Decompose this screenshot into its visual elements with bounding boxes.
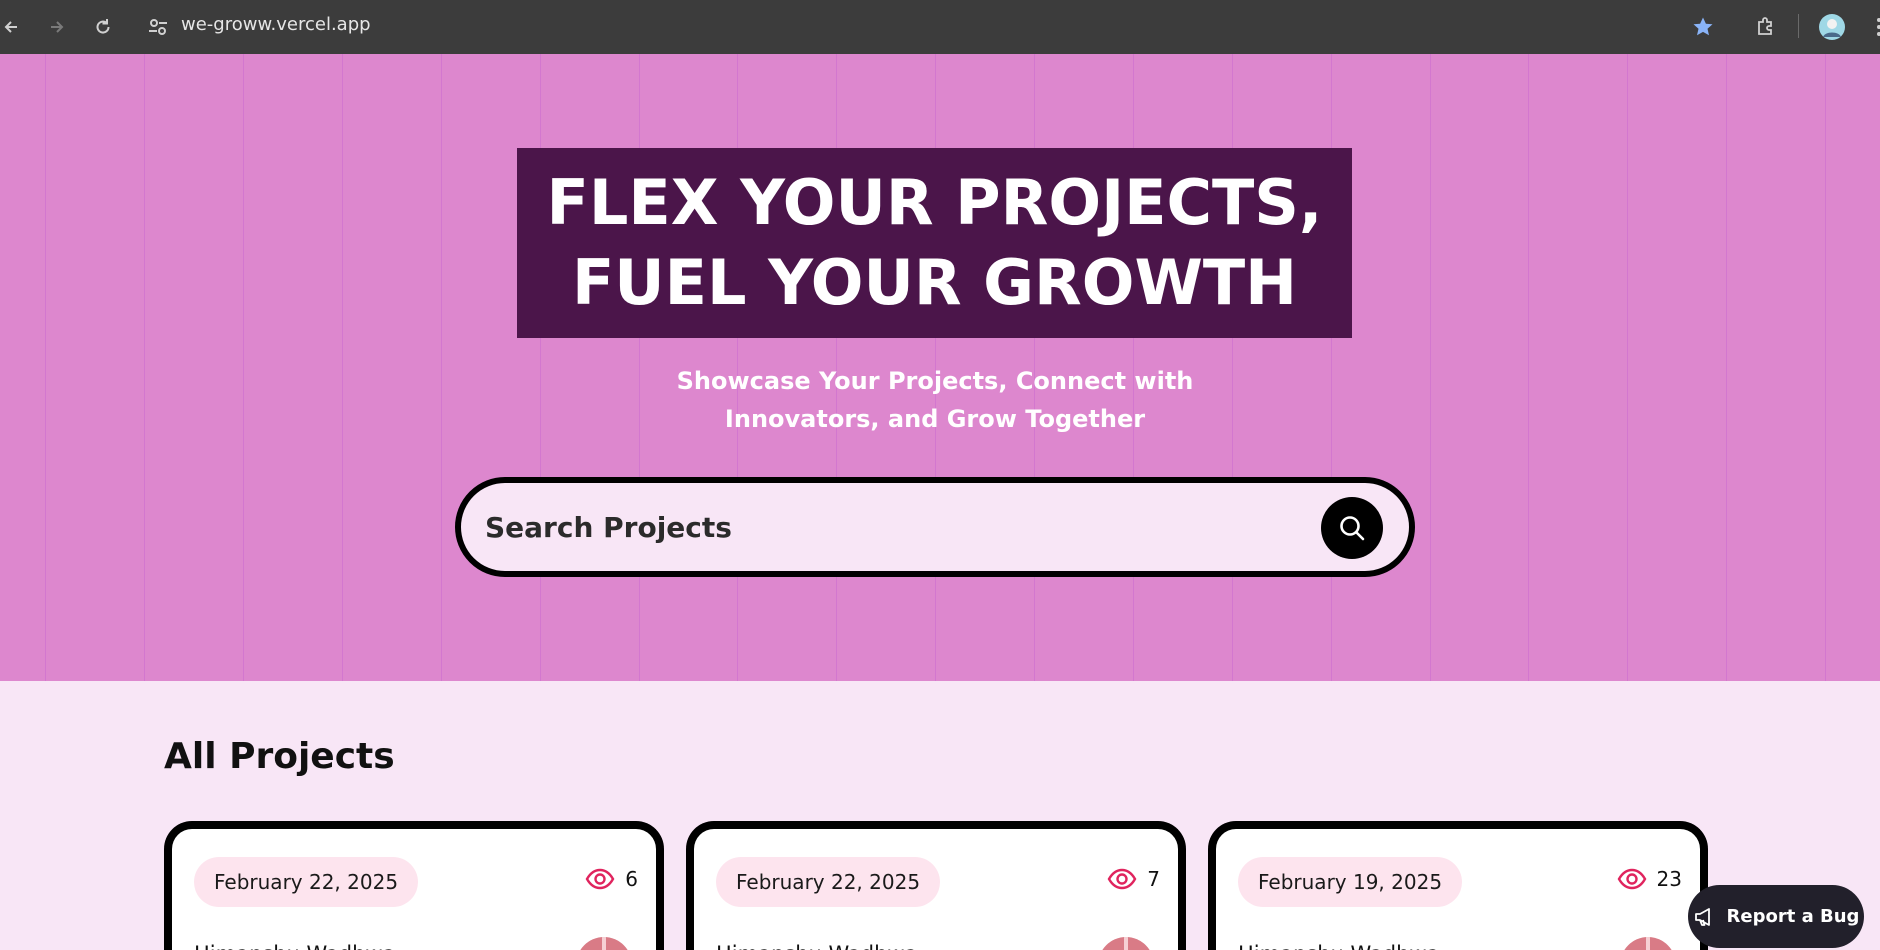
- project-card[interactable]: February 22, 2025 6 Himanshu Wadhwa: [164, 821, 664, 950]
- author-avatar[interactable]: [576, 937, 632, 950]
- project-date: February 22, 2025: [194, 857, 419, 907]
- bookmark-button[interactable]: [1688, 12, 1718, 42]
- hero-section: FLEX YOUR PROJECTS, FUEL YOUR GROWTH Sho…: [0, 54, 1880, 681]
- more-vert-icon: [1877, 18, 1880, 36]
- view-count: 6: [585, 867, 638, 891]
- view-count-value: 7: [1147, 867, 1160, 891]
- profile-button[interactable]: [1817, 12, 1847, 42]
- view-count: 23: [1617, 867, 1682, 891]
- hero-stripe: [1627, 54, 1628, 681]
- hero-stripe: [342, 54, 343, 681]
- project-date: February 19, 2025: [1238, 857, 1463, 907]
- project-date: February 22, 2025: [716, 857, 941, 907]
- search-icon: [1340, 516, 1365, 541]
- browser-toolbar: we-groww.vercel.app: [0, 0, 1880, 54]
- hero-stripe: [243, 54, 244, 681]
- puzzle-icon: [1758, 17, 1772, 35]
- project-author[interactable]: Himanshu Wadhwa: [194, 942, 395, 950]
- reload-icon: [96, 19, 110, 34]
- profile-avatar: [1819, 14, 1845, 40]
- view-count-value: 6: [625, 867, 638, 891]
- hero-stripe: [1528, 54, 1529, 681]
- report-bug-label: Report a Bug: [1726, 906, 1860, 927]
- report-bug-button[interactable]: Report a Bug: [1688, 885, 1864, 948]
- hero-headline: FLEX YOUR PROJECTS, FUEL YOUR GROWTH: [517, 148, 1352, 338]
- hero-stripe: [1430, 54, 1431, 681]
- extensions-button[interactable]: [1751, 12, 1781, 42]
- arrow-right-icon: [51, 21, 64, 33]
- eye-icon: [1107, 868, 1137, 890]
- eye-icon: [585, 868, 615, 890]
- view-count-value: 23: [1656, 867, 1682, 891]
- address-bar-url[interactable]: we-groww.vercel.app: [181, 14, 371, 35]
- hero-stripe: [45, 54, 46, 681]
- headline-line-1: FLEX YOUR PROJECTS,: [546, 166, 1323, 239]
- search-button[interactable]: [1321, 497, 1383, 559]
- reload-button[interactable]: [88, 12, 118, 42]
- search-input[interactable]: [485, 503, 1285, 551]
- megaphone-icon: [1694, 907, 1710, 926]
- hero-stripe: [1726, 54, 1727, 681]
- hero-stripe: [144, 54, 145, 681]
- site-settings-button[interactable]: [146, 15, 170, 39]
- hero-stripe: [1825, 54, 1826, 681]
- headline-line-2: FUEL YOUR GROWTH: [571, 246, 1298, 319]
- author-avatar[interactable]: [1098, 937, 1154, 950]
- arrow-left-icon: [4, 21, 17, 33]
- author-avatar[interactable]: [1620, 937, 1676, 950]
- subtitle-line-1: Showcase Your Projects, Connect with: [676, 367, 1194, 395]
- browser-menu-button[interactable]: [1864, 12, 1880, 42]
- project-card[interactable]: February 19, 2025 23 Himanshu Wadhwa: [1208, 821, 1708, 950]
- hero-stripe: [441, 54, 442, 681]
- tune-icon: [149, 19, 167, 35]
- view-count: 7: [1107, 867, 1160, 891]
- star-icon: [1693, 17, 1713, 36]
- subtitle-line-2: Innovators, and Grow Together: [724, 405, 1146, 433]
- search-bar: [455, 477, 1415, 577]
- project-author[interactable]: Himanshu Wadhwa: [1238, 942, 1439, 950]
- project-author[interactable]: Himanshu Wadhwa: [716, 942, 917, 950]
- project-card[interactable]: February 22, 2025 7 Himanshu Wadhwa: [686, 821, 1186, 950]
- forward-button[interactable]: [42, 12, 72, 42]
- hero-subtitle: Showcase Your Projects, Connect with Inn…: [590, 362, 1280, 438]
- all-projects-heading: All Projects: [164, 736, 395, 777]
- toolbar-divider: [1798, 14, 1799, 38]
- back-button[interactable]: [0, 12, 26, 42]
- eye-icon: [1617, 868, 1646, 890]
